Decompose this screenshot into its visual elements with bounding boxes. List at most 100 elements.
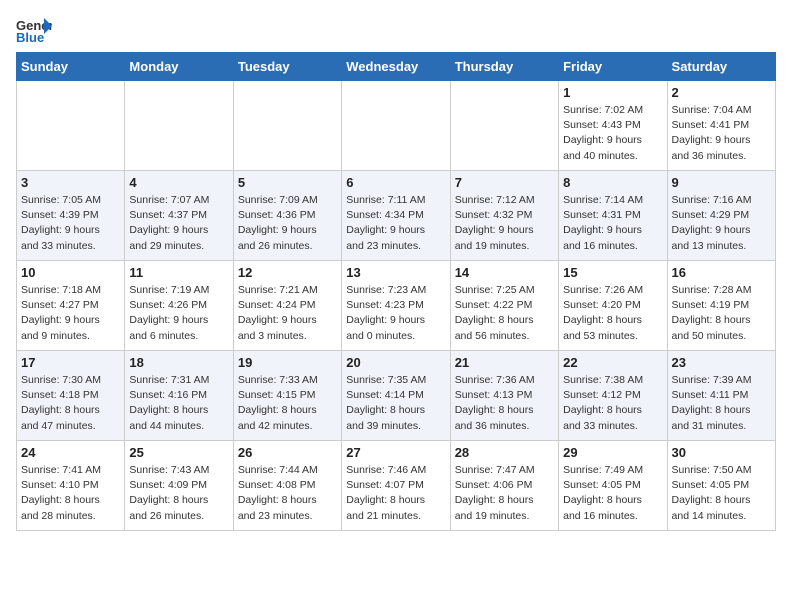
calendar-cell: 16 Sunrise: 7:28 AM Sunset: 4:19 PM Dayli… xyxy=(667,261,775,351)
day-number: 18 xyxy=(129,355,228,370)
day-number: 2 xyxy=(672,85,771,100)
calendar-cell: 28 Sunrise: 7:47 AM Sunset: 4:06 PM Dayli… xyxy=(450,441,558,531)
weekday-header-monday: Monday xyxy=(125,53,233,81)
day-info: Sunrise: 7:36 AM Sunset: 4:13 PM Dayligh… xyxy=(455,373,554,434)
calendar-week-5: 24 Sunrise: 7:41 AM Sunset: 4:10 PM Dayli… xyxy=(17,441,776,531)
day-info: Sunrise: 7:05 AM Sunset: 4:39 PM Dayligh… xyxy=(21,193,120,254)
day-info: Sunrise: 7:21 AM Sunset: 4:24 PM Dayligh… xyxy=(238,283,337,344)
calendar-cell: 2 Sunrise: 7:04 AM Sunset: 4:41 PM Daylig… xyxy=(667,81,775,171)
day-info: Sunrise: 7:19 AM Sunset: 4:26 PM Dayligh… xyxy=(129,283,228,344)
day-number: 27 xyxy=(346,445,445,460)
day-number: 14 xyxy=(455,265,554,280)
day-number: 24 xyxy=(21,445,120,460)
day-info: Sunrise: 7:28 AM Sunset: 4:19 PM Dayligh… xyxy=(672,283,771,344)
weekday-header-thursday: Thursday xyxy=(450,53,558,81)
calendar-cell: 4 Sunrise: 7:07 AM Sunset: 4:37 PM Daylig… xyxy=(125,171,233,261)
calendar-cell: 1 Sunrise: 7:02 AM Sunset: 4:43 PM Daylig… xyxy=(559,81,667,171)
day-number: 3 xyxy=(21,175,120,190)
day-number: 16 xyxy=(672,265,771,280)
day-info: Sunrise: 7:04 AM Sunset: 4:41 PM Dayligh… xyxy=(672,103,771,164)
calendar-cell: 9 Sunrise: 7:16 AM Sunset: 4:29 PM Daylig… xyxy=(667,171,775,261)
day-info: Sunrise: 7:09 AM Sunset: 4:36 PM Dayligh… xyxy=(238,193,337,254)
calendar-cell: 10 Sunrise: 7:18 AM Sunset: 4:27 PM Dayli… xyxy=(17,261,125,351)
day-number: 29 xyxy=(563,445,662,460)
day-number: 15 xyxy=(563,265,662,280)
calendar-cell xyxy=(233,81,341,171)
page-header: General Blue xyxy=(16,16,776,44)
day-number: 11 xyxy=(129,265,228,280)
day-info: Sunrise: 7:07 AM Sunset: 4:37 PM Dayligh… xyxy=(129,193,228,254)
calendar-cell: 26Sunrise: 7:44 AM Sunset: 4:08 PM Dayli… xyxy=(233,441,341,531)
calendar-body: 1 Sunrise: 7:02 AM Sunset: 4:43 PM Daylig… xyxy=(17,81,776,531)
day-info: Sunrise: 7:26 AM Sunset: 4:20 PM Dayligh… xyxy=(563,283,662,344)
weekday-header-friday: Friday xyxy=(559,53,667,81)
day-number: 21 xyxy=(455,355,554,370)
calendar-cell: 6Sunrise: 7:11 AM Sunset: 4:34 PM Daylig… xyxy=(342,171,450,261)
day-info: Sunrise: 7:25 AM Sunset: 4:22 PM Dayligh… xyxy=(455,283,554,344)
logo: General Blue xyxy=(16,16,52,44)
calendar-week-3: 10 Sunrise: 7:18 AM Sunset: 4:27 PM Dayli… xyxy=(17,261,776,351)
calendar-cell: 21 Sunrise: 7:36 AM Sunset: 4:13 PM Dayli… xyxy=(450,351,558,441)
weekday-header-wednesday: Wednesday xyxy=(342,53,450,81)
day-info: Sunrise: 7:50 AM Sunset: 4:05 PM Dayligh… xyxy=(672,463,771,524)
calendar-cell: 18 Sunrise: 7:31 AM Sunset: 4:16 PM Dayli… xyxy=(125,351,233,441)
day-info: Sunrise: 7:11 AM Sunset: 4:34 PM Dayligh… xyxy=(346,193,445,254)
calendar-cell xyxy=(450,81,558,171)
calendar-cell: 11 Sunrise: 7:19 AM Sunset: 4:26 PM Dayli… xyxy=(125,261,233,351)
day-number: 30 xyxy=(672,445,771,460)
day-info: Sunrise: 7:33 AM Sunset: 4:15 PM Dayligh… xyxy=(238,373,337,434)
day-info: Sunrise: 7:30 AM Sunset: 4:18 PM Dayligh… xyxy=(21,373,120,434)
day-number: 23 xyxy=(672,355,771,370)
day-number: 20 xyxy=(346,355,445,370)
calendar-cell: 30 Sunrise: 7:50 AM Sunset: 4:05 PM Dayli… xyxy=(667,441,775,531)
calendar-cell: 5 Sunrise: 7:09 AM Sunset: 4:36 PM Daylig… xyxy=(233,171,341,261)
calendar-cell: 27 Sunrise: 7:46 AM Sunset: 4:07 PM Dayli… xyxy=(342,441,450,531)
calendar-cell: 29 Sunrise: 7:49 AM Sunset: 4:05 PM Dayli… xyxy=(559,441,667,531)
calendar-cell: 8Sunrise: 7:14 AM Sunset: 4:31 PM Daylig… xyxy=(559,171,667,261)
weekday-header-tuesday: Tuesday xyxy=(233,53,341,81)
calendar-cell: 23 Sunrise: 7:39 AM Sunset: 4:11 PM Dayli… xyxy=(667,351,775,441)
day-info: Sunrise: 7:43 AM Sunset: 4:09 PM Dayligh… xyxy=(129,463,228,524)
logo-icon: General Blue xyxy=(16,16,52,44)
day-info: Sunrise: 7:49 AM Sunset: 4:05 PM Dayligh… xyxy=(563,463,662,524)
calendar-cell: 24 Sunrise: 7:41 AM Sunset: 4:10 PM Dayli… xyxy=(17,441,125,531)
day-info: Sunrise: 7:18 AM Sunset: 4:27 PM Dayligh… xyxy=(21,283,120,344)
day-number: 4 xyxy=(129,175,228,190)
day-number: 1 xyxy=(563,85,662,100)
calendar-cell: 20 Sunrise: 7:35 AM Sunset: 4:14 PM Dayli… xyxy=(342,351,450,441)
weekday-header-sunday: Sunday xyxy=(17,53,125,81)
calendar-cell xyxy=(125,81,233,171)
day-info: Sunrise: 7:23 AM Sunset: 4:23 PM Dayligh… xyxy=(346,283,445,344)
calendar-cell: 25Sunrise: 7:43 AM Sunset: 4:09 PM Dayli… xyxy=(125,441,233,531)
calendar-week-4: 17 Sunrise: 7:30 AM Sunset: 4:18 PM Dayli… xyxy=(17,351,776,441)
calendar-cell: 12 Sunrise: 7:21 AM Sunset: 4:24 PM Dayli… xyxy=(233,261,341,351)
day-info: Sunrise: 7:39 AM Sunset: 4:11 PM Dayligh… xyxy=(672,373,771,434)
day-number: 9 xyxy=(672,175,771,190)
day-number: 26 xyxy=(238,445,337,460)
day-info: Sunrise: 7:38 AM Sunset: 4:12 PM Dayligh… xyxy=(563,373,662,434)
calendar-cell: 19Sunrise: 7:33 AM Sunset: 4:15 PM Dayli… xyxy=(233,351,341,441)
day-number: 17 xyxy=(21,355,120,370)
day-number: 5 xyxy=(238,175,337,190)
day-info: Sunrise: 7:31 AM Sunset: 4:16 PM Dayligh… xyxy=(129,373,228,434)
day-number: 12 xyxy=(238,265,337,280)
calendar-cell xyxy=(17,81,125,171)
calendar-cell: 17 Sunrise: 7:30 AM Sunset: 4:18 PM Dayli… xyxy=(17,351,125,441)
calendar-cell: 7Sunrise: 7:12 AM Sunset: 4:32 PM Daylig… xyxy=(450,171,558,261)
calendar-week-1: 1 Sunrise: 7:02 AM Sunset: 4:43 PM Daylig… xyxy=(17,81,776,171)
day-number: 10 xyxy=(21,265,120,280)
day-info: Sunrise: 7:41 AM Sunset: 4:10 PM Dayligh… xyxy=(21,463,120,524)
day-info: Sunrise: 7:12 AM Sunset: 4:32 PM Dayligh… xyxy=(455,193,554,254)
day-info: Sunrise: 7:16 AM Sunset: 4:29 PM Dayligh… xyxy=(672,193,771,254)
day-info: Sunrise: 7:02 AM Sunset: 4:43 PM Dayligh… xyxy=(563,103,662,164)
calendar-cell xyxy=(342,81,450,171)
calendar-cell: 14 Sunrise: 7:25 AM Sunset: 4:22 PM Dayli… xyxy=(450,261,558,351)
day-info: Sunrise: 7:46 AM Sunset: 4:07 PM Dayligh… xyxy=(346,463,445,524)
day-number: 22 xyxy=(563,355,662,370)
day-info: Sunrise: 7:47 AM Sunset: 4:06 PM Dayligh… xyxy=(455,463,554,524)
day-info: Sunrise: 7:35 AM Sunset: 4:14 PM Dayligh… xyxy=(346,373,445,434)
day-number: 28 xyxy=(455,445,554,460)
svg-text:Blue: Blue xyxy=(16,30,44,44)
calendar-cell: 13Sunrise: 7:23 AM Sunset: 4:23 PM Dayli… xyxy=(342,261,450,351)
weekday-header-row: SundayMondayTuesdayWednesdayThursdayFrid… xyxy=(17,53,776,81)
